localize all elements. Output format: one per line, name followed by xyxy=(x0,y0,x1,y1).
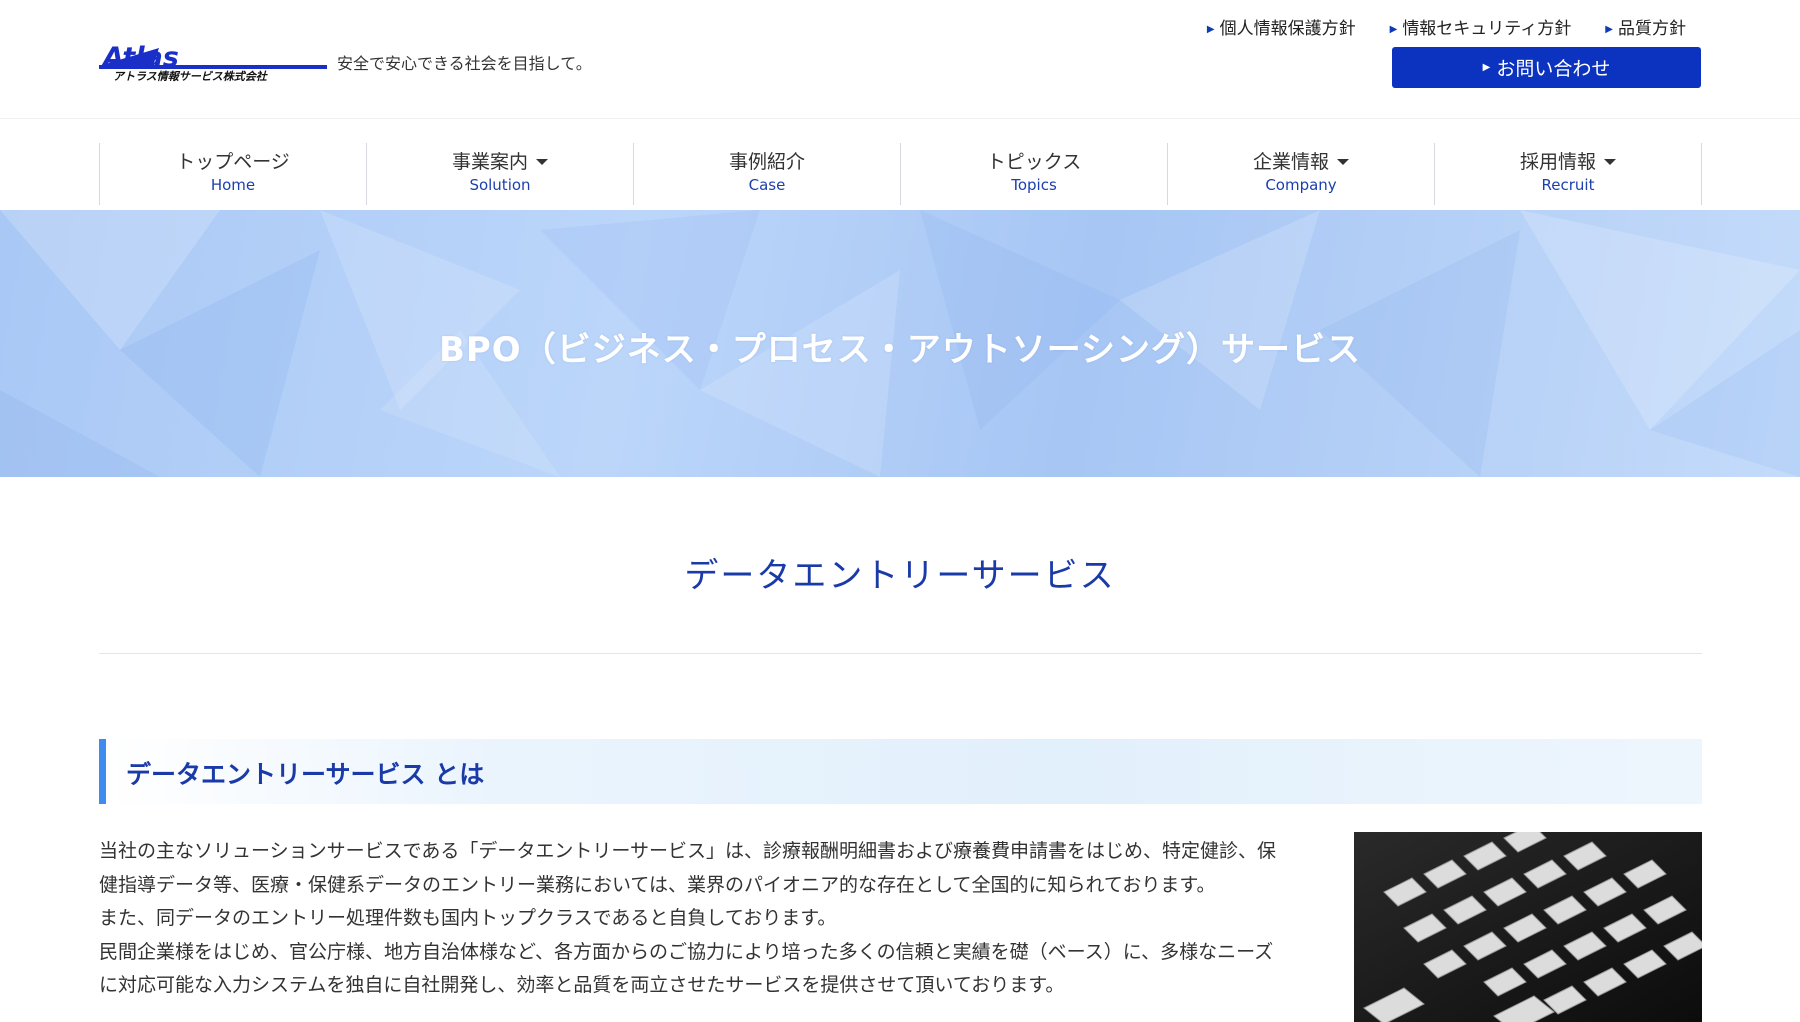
caret-down-icon xyxy=(1604,159,1616,165)
nav-item-home[interactable]: トップページ Home xyxy=(99,143,366,205)
triangle-right-icon: ▶ xyxy=(1389,24,1398,35)
utility-links: ▶ 個人情報保護方針 ▶ 情報セキュリティ方針 ▶ 品質方針 xyxy=(1207,14,1686,39)
nav-item-topics[interactable]: トピックス Topics xyxy=(900,143,1167,205)
nav-label-en: Case xyxy=(748,176,786,194)
paragraph: また、同データのエントリー処理件数も国内トップクラスであると自負しております。 xyxy=(99,907,837,929)
page-title: データエントリーサービス xyxy=(684,556,1116,596)
nav-label-jp: 企業情報 xyxy=(1252,151,1329,173)
triangle-right-icon: ▶ xyxy=(1482,62,1491,73)
keyboard-photo xyxy=(1354,832,1702,1022)
section-heading: データエントリーサービス とは xyxy=(99,739,1702,804)
triangle-right-icon: ▶ xyxy=(1206,24,1215,35)
contact-button[interactable]: ▶ お問い合わせ xyxy=(1392,47,1701,88)
paragraph: 民間企業様をはじめ、官公庁様、地方自治体様など、各方面からのご協力により培った多… xyxy=(99,940,1274,997)
nav-label-jp: トップページ xyxy=(176,151,290,173)
nav-label-jp: 採用情報 xyxy=(1519,151,1596,173)
nav-item-case[interactable]: 事例紹介 Case xyxy=(633,143,900,205)
divider xyxy=(99,653,1702,654)
hero-banner: BPO（ビジネス・プロセス・アウトソーシング）サービス xyxy=(0,210,1800,477)
nav-label-jp: 事業案内 xyxy=(451,151,528,173)
nav-label-en: Topics xyxy=(1011,176,1057,194)
quality-policy-link[interactable]: ▶ 品質方針 xyxy=(1605,14,1686,39)
nav-item-recruit[interactable]: 採用情報 Recruit xyxy=(1434,143,1702,205)
nav-label-jp: 事例紹介 xyxy=(728,151,805,173)
privacy-policy-link[interactable]: ▶ 個人情報保護方針 xyxy=(1207,14,1356,39)
site-header: Atlas アトラス情報サービス株式会社 安全で安心できる社会を目指して。 ▶個… xyxy=(0,0,1800,118)
nav-label-en: Recruit xyxy=(1541,176,1595,194)
nav-item-company[interactable]: 企業情報 Company xyxy=(1167,143,1434,205)
nav-label-en: Solution xyxy=(469,176,531,194)
nav-item-solution[interactable]: 事業案内 Solution xyxy=(366,143,633,205)
company-logo[interactable]: Atlas アトラス情報サービス株式会社 xyxy=(99,42,327,84)
triangle-right-icon: ▶ xyxy=(1605,24,1613,35)
nav-label-en: Company xyxy=(1265,176,1337,194)
section-heading-text: データエントリーサービス とは xyxy=(126,760,485,789)
hero-title: BPO（ビジネス・プロセス・アウトソーシング）サービス xyxy=(438,330,1362,370)
logo-company-name: アトラス情報サービス株式会社 xyxy=(113,70,269,83)
caret-down-icon xyxy=(536,159,548,165)
intro-text: 当社の主なソリューションサービスである「データエントリーサービス」は、診療報酬明… xyxy=(99,835,1284,1003)
caret-down-icon xyxy=(1337,159,1349,165)
nav-label-jp: トピックス xyxy=(986,151,1082,173)
main-navigation: トップページ Home 事業案内 Solution 事例紹介 Case トピック… xyxy=(0,118,1800,211)
paragraph: 当社の主なソリューションサービスである「データエントリーサービス」は、診療報酬明… xyxy=(99,840,1277,896)
security-policy-link[interactable]: ▶ 情報セキュリティ方針 xyxy=(1390,14,1572,39)
site-tagline: 安全で安心できる社会を目指して。 xyxy=(337,54,592,73)
nav-label-en: Home xyxy=(210,176,256,194)
